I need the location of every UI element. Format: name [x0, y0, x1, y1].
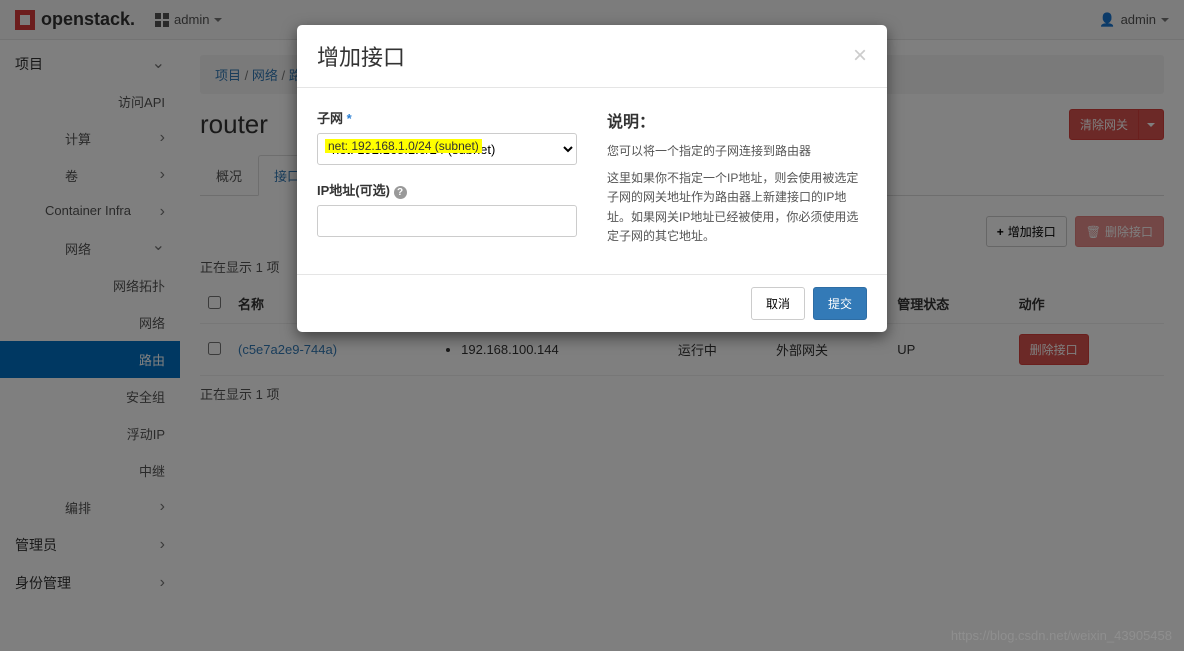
- modal-form: 子网 * net: 192.168.1.0/24 (subnet) net: 1…: [317, 108, 577, 254]
- ip-group: IP地址(可选) ?: [317, 180, 577, 237]
- subnet-group: 子网 * net: 192.168.1.0/24 (subnet) net: 1…: [317, 108, 577, 165]
- modal-description: 说明： 您可以将一个指定的子网连接到路由器 这里如果你不指定一个IP地址，则会使…: [607, 108, 867, 254]
- required-icon: *: [347, 111, 352, 126]
- close-icon[interactable]: ×: [853, 42, 867, 70]
- cancel-button[interactable]: 取消: [751, 287, 805, 320]
- subnet-label: 子网 *: [317, 108, 577, 127]
- desc-title: 说明：: [607, 108, 867, 132]
- desc-line1: 您可以将一个指定的子网连接到路由器: [607, 142, 867, 161]
- modal-title: 增加接口: [317, 40, 405, 72]
- label: IP地址(可选): [317, 183, 390, 198]
- desc-line2: 这里如果你不指定一个IP地址，则会使用被选定子网的网关地址作为路由器上新建接口的…: [607, 169, 867, 246]
- modal-body: 子网 * net: 192.168.1.0/24 (subnet) net: 1…: [297, 88, 887, 274]
- label: 子网: [317, 111, 343, 126]
- ip-label: IP地址(可选) ?: [317, 180, 577, 199]
- subnet-select[interactable]: net: 192.168.1.0/24 (subnet): [317, 133, 577, 165]
- ip-input[interactable]: [317, 205, 577, 237]
- add-interface-modal: 增加接口 × 子网 * net: 192.168.1.0/24 (subnet)…: [297, 25, 887, 332]
- modal-header: 增加接口 ×: [297, 25, 887, 88]
- help-icon[interactable]: ?: [394, 186, 407, 199]
- modal-footer: 取消 提交: [297, 274, 887, 332]
- submit-button[interactable]: 提交: [813, 287, 867, 320]
- watermark: https://blog.csdn.net/weixin_43905458: [951, 628, 1172, 643]
- subnet-select-wrapper: net: 192.168.1.0/24 (subnet) net: 192.16…: [317, 133, 577, 165]
